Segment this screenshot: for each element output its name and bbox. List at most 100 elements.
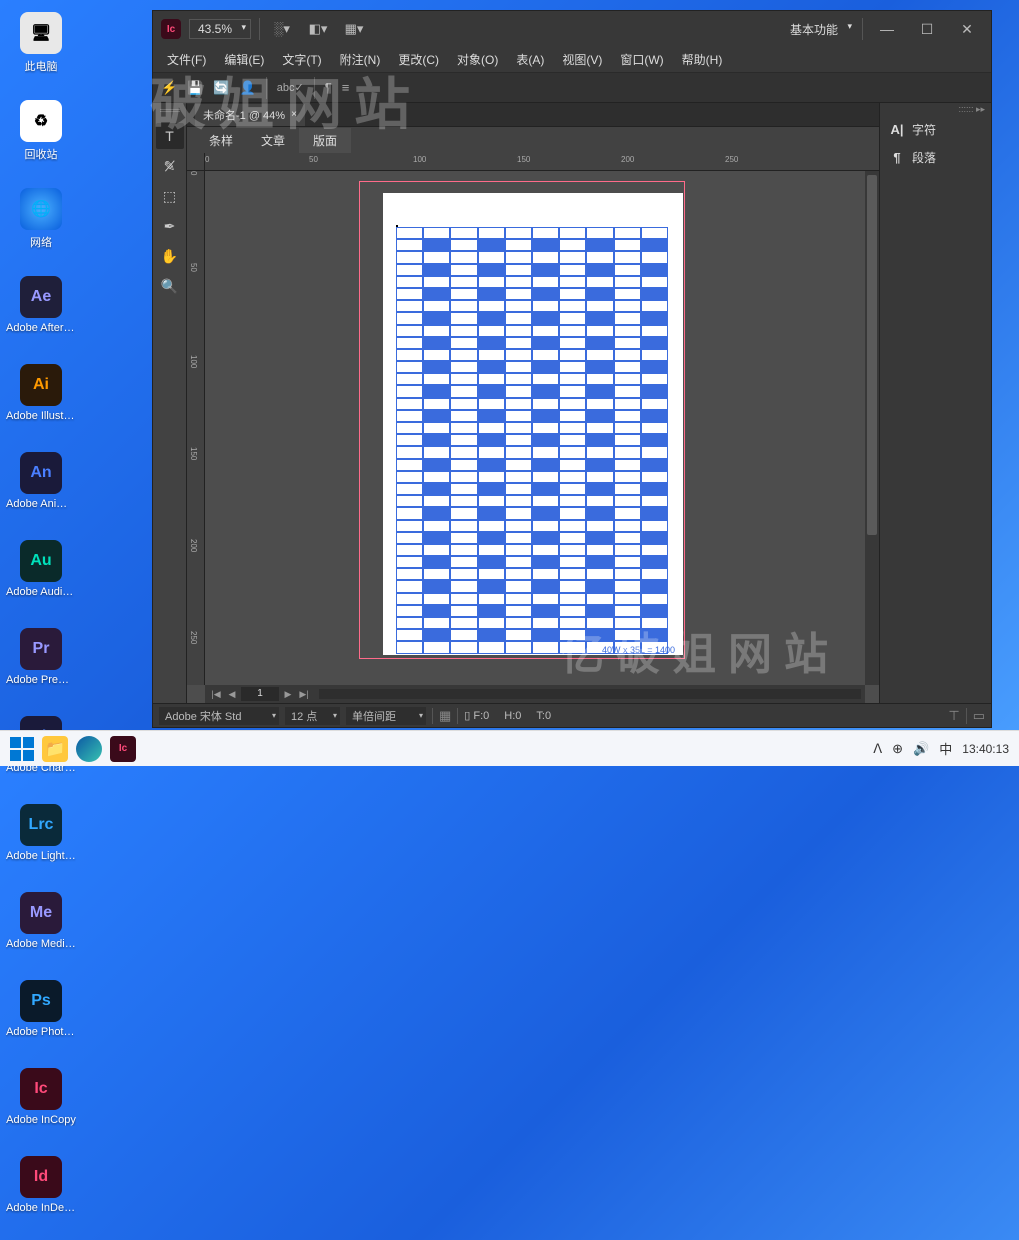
desktop-icon[interactable]: AuAdobe Audition (4, 536, 78, 624)
clock[interactable]: 13:40:13 (962, 742, 1009, 756)
desktop-icon[interactable]: PrAdobe Premie... (4, 624, 78, 712)
taskbar: 📁 Ic ᐱ ⊕ 🔊 中 13:40:13 (0, 730, 1019, 766)
incopy-taskbar-icon[interactable]: Ic (110, 736, 136, 762)
icon-label: Adobe Media... (6, 938, 76, 950)
screen-mode-icon[interactable]: ◧▾ (304, 18, 332, 40)
measure-icon[interactable]: ⊤ (948, 708, 959, 724)
workspace-dropdown[interactable]: 基本功能 (782, 19, 854, 40)
tray-chevron-icon[interactable]: ᐱ (873, 741, 882, 757)
vertical-scrollbar[interactable] (865, 171, 879, 685)
minimize-button[interactable]: — (871, 18, 903, 40)
spellcheck-icon[interactable]: abc✓ (277, 81, 304, 94)
desktop-icon[interactable]: 🌐 网络 (4, 184, 78, 272)
desktop-icon[interactable]: 🖥此电脑 (4, 8, 78, 96)
app-icon: Id (20, 1156, 62, 1198)
icon-label: 网络 (30, 234, 52, 250)
right-panel: :::::: ▸▸ A|字符¶段落 (879, 103, 991, 703)
hand-tool[interactable]: ✋ (156, 243, 184, 269)
incopy-window: Ic 43.5% ░▾ ◧▾ ▦▾ 基本功能 — ☐ ✕ 文件(F)编辑(E)文… (152, 10, 992, 728)
type-tool[interactable]: T (156, 123, 184, 149)
canvas[interactable]: 050100150200250 050100150200250 40W x 35… (187, 153, 879, 703)
position-tool[interactable]: ⬚ (156, 183, 184, 209)
icon-label: Adobe InCopy (6, 1114, 76, 1126)
edit-icon[interactable]: ⚡ (161, 80, 177, 96)
range-icon[interactable]: ▭ (973, 708, 985, 724)
edge-taskbar-icon[interactable] (76, 736, 102, 762)
menu-item[interactable]: 帮助(H) (674, 48, 731, 71)
menu-item[interactable]: 对象(O) (449, 48, 506, 71)
maximize-button[interactable]: ☐ (911, 18, 943, 40)
menu-item[interactable]: 窗口(W) (612, 48, 671, 71)
ime-indicator[interactable]: 中 (939, 739, 952, 758)
panel-collapse-icon[interactable]: :::::: ▸▸ (880, 103, 991, 115)
icon-label: Adobe Illustrator (6, 410, 76, 422)
next-page-button[interactable]: ▶ (281, 687, 295, 701)
prev-page-button[interactable]: ◀ (225, 687, 239, 701)
desktop-icon[interactable]: Id Adobe InDesign (4, 1152, 78, 1240)
page-navigator: |◀ ◀ 1 ▶ ▶| (205, 685, 865, 703)
system-tray: ᐱ ⊕ 🔊 中 13:40:13 (873, 739, 1009, 758)
update-icon[interactable]: 🔄 (213, 80, 229, 96)
icon-label: Adobe InDesign (6, 1202, 76, 1214)
desktop-icon[interactable]: Ic Adobe InCopy (4, 1064, 78, 1152)
font-size-dropdown[interactable]: 12 点 (285, 707, 340, 725)
page-number-field[interactable]: 1 (241, 687, 279, 701)
desktop-icon[interactable]: AiAdobe Illustrator (4, 360, 78, 448)
view-mode-tab[interactable]: 条样 (195, 128, 247, 153)
start-button[interactable] (10, 737, 34, 761)
icon-label: Adobe After Effects (6, 322, 76, 334)
user-icon[interactable]: 👤 (240, 80, 256, 96)
menu-item[interactable]: 更改(C) (390, 48, 447, 71)
close-tab-icon[interactable]: × (291, 109, 297, 120)
zoom-tool[interactable]: 🔍 (156, 273, 184, 299)
desktop-icon[interactable]: PsAdobe Photoshop (4, 976, 78, 1064)
app-icon: Ps (20, 980, 62, 1022)
app-icon: 🌐 (20, 188, 62, 230)
page[interactable]: 40W x 35L = 1400 (383, 193, 683, 655)
pilcrow-icon[interactable]: ¶ (325, 80, 332, 95)
document-area: 未命名-1 @ 44% × 条样文章版面 050100150200250 050… (187, 103, 879, 703)
desktop-icon[interactable]: Me Adobe Media... (4, 888, 78, 976)
desktop-icon[interactable]: LrcAdobe Lightroo... (4, 800, 78, 888)
grid-info-label: 40W x 35L = 1400 (602, 645, 675, 655)
save-icon[interactable]: 💾 (187, 80, 203, 96)
panel-button[interactable]: ¶段落 (880, 143, 991, 171)
menu-item[interactable]: 编辑(E) (216, 48, 272, 71)
desktop-icon[interactable]: AnAdobe Animate (4, 448, 78, 536)
grid-icon[interactable]: ▦ (439, 708, 451, 724)
volume-tray-icon[interactable]: 🔊 (913, 741, 929, 757)
app-icon: 🖥 (20, 12, 62, 54)
network-tray-icon[interactable]: ⊕ (892, 741, 903, 757)
desktop-icon[interactable]: ♻回收站 (4, 96, 78, 184)
frame-fit-indicator: ▯F:0 H:0 T:0 (464, 709, 551, 722)
lines-icon[interactable]: ≡ (342, 80, 350, 95)
eyedropper-tool[interactable]: ✒ (156, 213, 184, 239)
icon-label: Adobe Animate (6, 498, 76, 510)
panel-button[interactable]: A|字符 (880, 115, 991, 143)
view-mode-tab[interactable]: 版面 (299, 128, 351, 153)
menu-item[interactable]: 文字(T) (274, 48, 329, 71)
arrange-icon[interactable]: ▦▾ (340, 18, 368, 40)
app-icon: Me (20, 892, 62, 934)
app-icon: Ic (20, 1068, 62, 1110)
explorer-taskbar-icon[interactable]: 📁 (42, 736, 68, 762)
view-options-icon[interactable]: ░▾ (268, 18, 296, 40)
font-family-dropdown[interactable]: Adobe 宋体 Std (159, 707, 279, 725)
document-tab[interactable]: 未命名-1 @ 44% × (195, 104, 305, 126)
last-page-button[interactable]: ▶| (297, 687, 311, 701)
menu-item[interactable]: 附注(N) (332, 48, 389, 71)
menu-item[interactable]: 表(A) (508, 48, 552, 71)
horizontal-scrollbar[interactable] (319, 689, 861, 699)
app-icon: ♻ (20, 100, 62, 142)
leading-dropdown[interactable]: 单倍间距 (346, 707, 426, 725)
horizontal-ruler: 050100150200250 (205, 153, 879, 171)
app-icon: Ae (20, 276, 62, 318)
menu-item[interactable]: 文件(F) (159, 48, 214, 71)
zoom-dropdown[interactable]: 43.5% (189, 19, 251, 39)
desktop-icon[interactable]: Ae Adobe After Effects (4, 272, 78, 360)
close-button[interactable]: ✕ (951, 18, 983, 40)
note-tool[interactable]: ✎̸ (156, 153, 184, 179)
first-page-button[interactable]: |◀ (209, 687, 223, 701)
menu-item[interactable]: 视图(V) (554, 48, 610, 71)
view-mode-tab[interactable]: 文章 (247, 128, 299, 153)
